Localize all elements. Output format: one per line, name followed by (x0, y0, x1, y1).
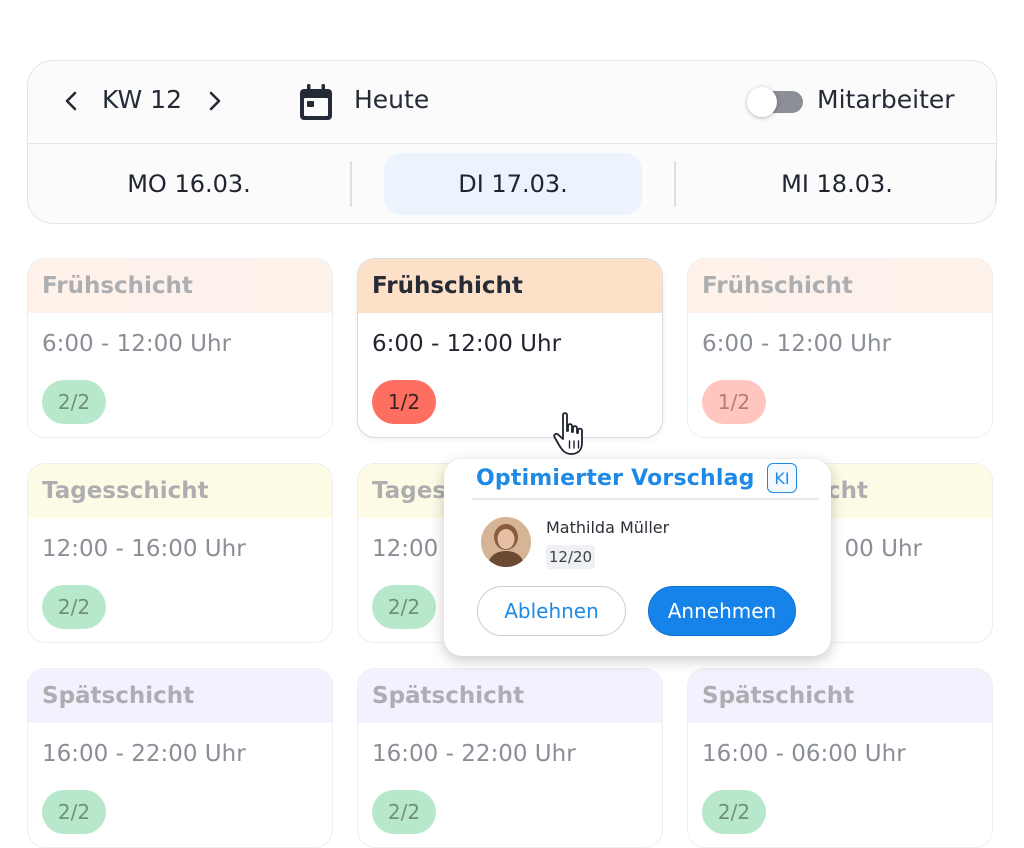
staffing-badge-understaffed: 1/2 (372, 380, 436, 424)
staffing-badge: 2/2 (42, 790, 106, 834)
staffing-badge: 2/2 (372, 585, 436, 629)
shift-time: 6:00 - 12:00 Uhr (702, 331, 892, 357)
day-tab-wednesday[interactable]: MI 18.03. (708, 153, 966, 215)
popover-divider (472, 498, 819, 500)
chevron-left-icon (65, 91, 77, 111)
shift-card-early-monday[interactable]: Frühschicht 6:00 - 12:00 Uhr 2/2 (27, 258, 333, 438)
shift-name: Frühschicht (358, 259, 662, 313)
shift-time: 12:00 - 16:00 Uhr (42, 536, 246, 562)
shift-card-day-monday[interactable]: Tagesschicht 12:00 - 16:00 Uhr 2/2 (27, 463, 333, 643)
shift-card-early-tuesday[interactable]: Frühschicht 6:00 - 12:00 Uhr 1/2 (357, 258, 663, 438)
shift-name: Spätschicht (688, 669, 992, 723)
optimized-suggestion-popover: Optimierter Vorschlag KI Mathilda Müller… (444, 459, 831, 656)
shift-time: 6:00 - 12:00 Uhr (42, 331, 232, 357)
previous-week-button[interactable] (59, 88, 85, 114)
chevron-right-icon (209, 91, 221, 111)
popover-title: Optimierter Vorschlag (476, 466, 755, 491)
day-divider (674, 161, 676, 207)
toggle-knob (747, 87, 777, 117)
avatar (481, 517, 531, 567)
shift-name: Spätschicht (358, 669, 662, 723)
shift-name: Frühschicht (688, 259, 992, 313)
hand-pointer-icon (553, 412, 583, 455)
week-navigation-bar: KW 12 Heute Mitarbeiter MO 16.03. DI 17.… (27, 60, 997, 224)
shift-name: Tagesschicht (28, 464, 332, 518)
shift-card-late-monday[interactable]: Spätschicht 16:00 - 22:00 Uhr 2/2 (27, 668, 333, 848)
shift-card-late-wednesday[interactable]: Spätschicht 16:00 - 06:00 Uhr 2/2 (687, 668, 993, 848)
shift-time: 6:00 - 12:00 Uhr (372, 331, 562, 357)
shift-name: Spätschicht (28, 669, 332, 723)
staffing-badge: 2/2 (42, 380, 106, 424)
shift-time: 16:00 - 22:00 Uhr (372, 741, 576, 767)
shift-time: 16:00 - 22:00 Uhr (42, 741, 246, 767)
shift-time: 16:00 - 06:00 Uhr (702, 741, 906, 767)
staffing-badge: 2/2 (372, 790, 436, 834)
ai-badge: KI (767, 463, 797, 493)
calendar-icon[interactable] (298, 83, 334, 121)
day-tab-monday[interactable]: MO 16.03. (60, 153, 318, 215)
reject-button[interactable]: Ablehnen (477, 586, 626, 636)
today-button[interactable]: Heute (354, 85, 429, 114)
shift-name: Frühschicht (28, 259, 332, 313)
staff-toggle-label: Mitarbeiter (817, 85, 955, 114)
day-tab-tuesday[interactable]: DI 17.03. (384, 153, 642, 215)
day-divider (350, 161, 352, 207)
staff-toggle[interactable] (747, 87, 803, 117)
employee-name: Mathilda Müller (546, 518, 670, 537)
week-label: KW 12 (102, 85, 182, 114)
next-week-button[interactable] (201, 88, 227, 114)
week-toolbar: KW 12 Heute Mitarbeiter (28, 61, 996, 144)
staffing-badge: 2/2 (42, 585, 106, 629)
employee-avatar-icon (481, 517, 531, 567)
day-tabs: MO 16.03. DI 17.03. MI 18.03. (28, 144, 996, 223)
shift-card-early-wednesday[interactable]: Frühschicht 6:00 - 12:00 Uhr 1/2 (687, 258, 993, 438)
employee-hours-badge: 12/20 (546, 545, 595, 569)
accept-button[interactable]: Annehmen (648, 586, 796, 636)
day-divider (995, 161, 996, 207)
staffing-badge: 2/2 (702, 790, 766, 834)
staffing-badge-understaffed: 1/2 (702, 380, 766, 424)
shift-card-late-tuesday[interactable]: Spätschicht 16:00 - 22:00 Uhr 2/2 (357, 668, 663, 848)
